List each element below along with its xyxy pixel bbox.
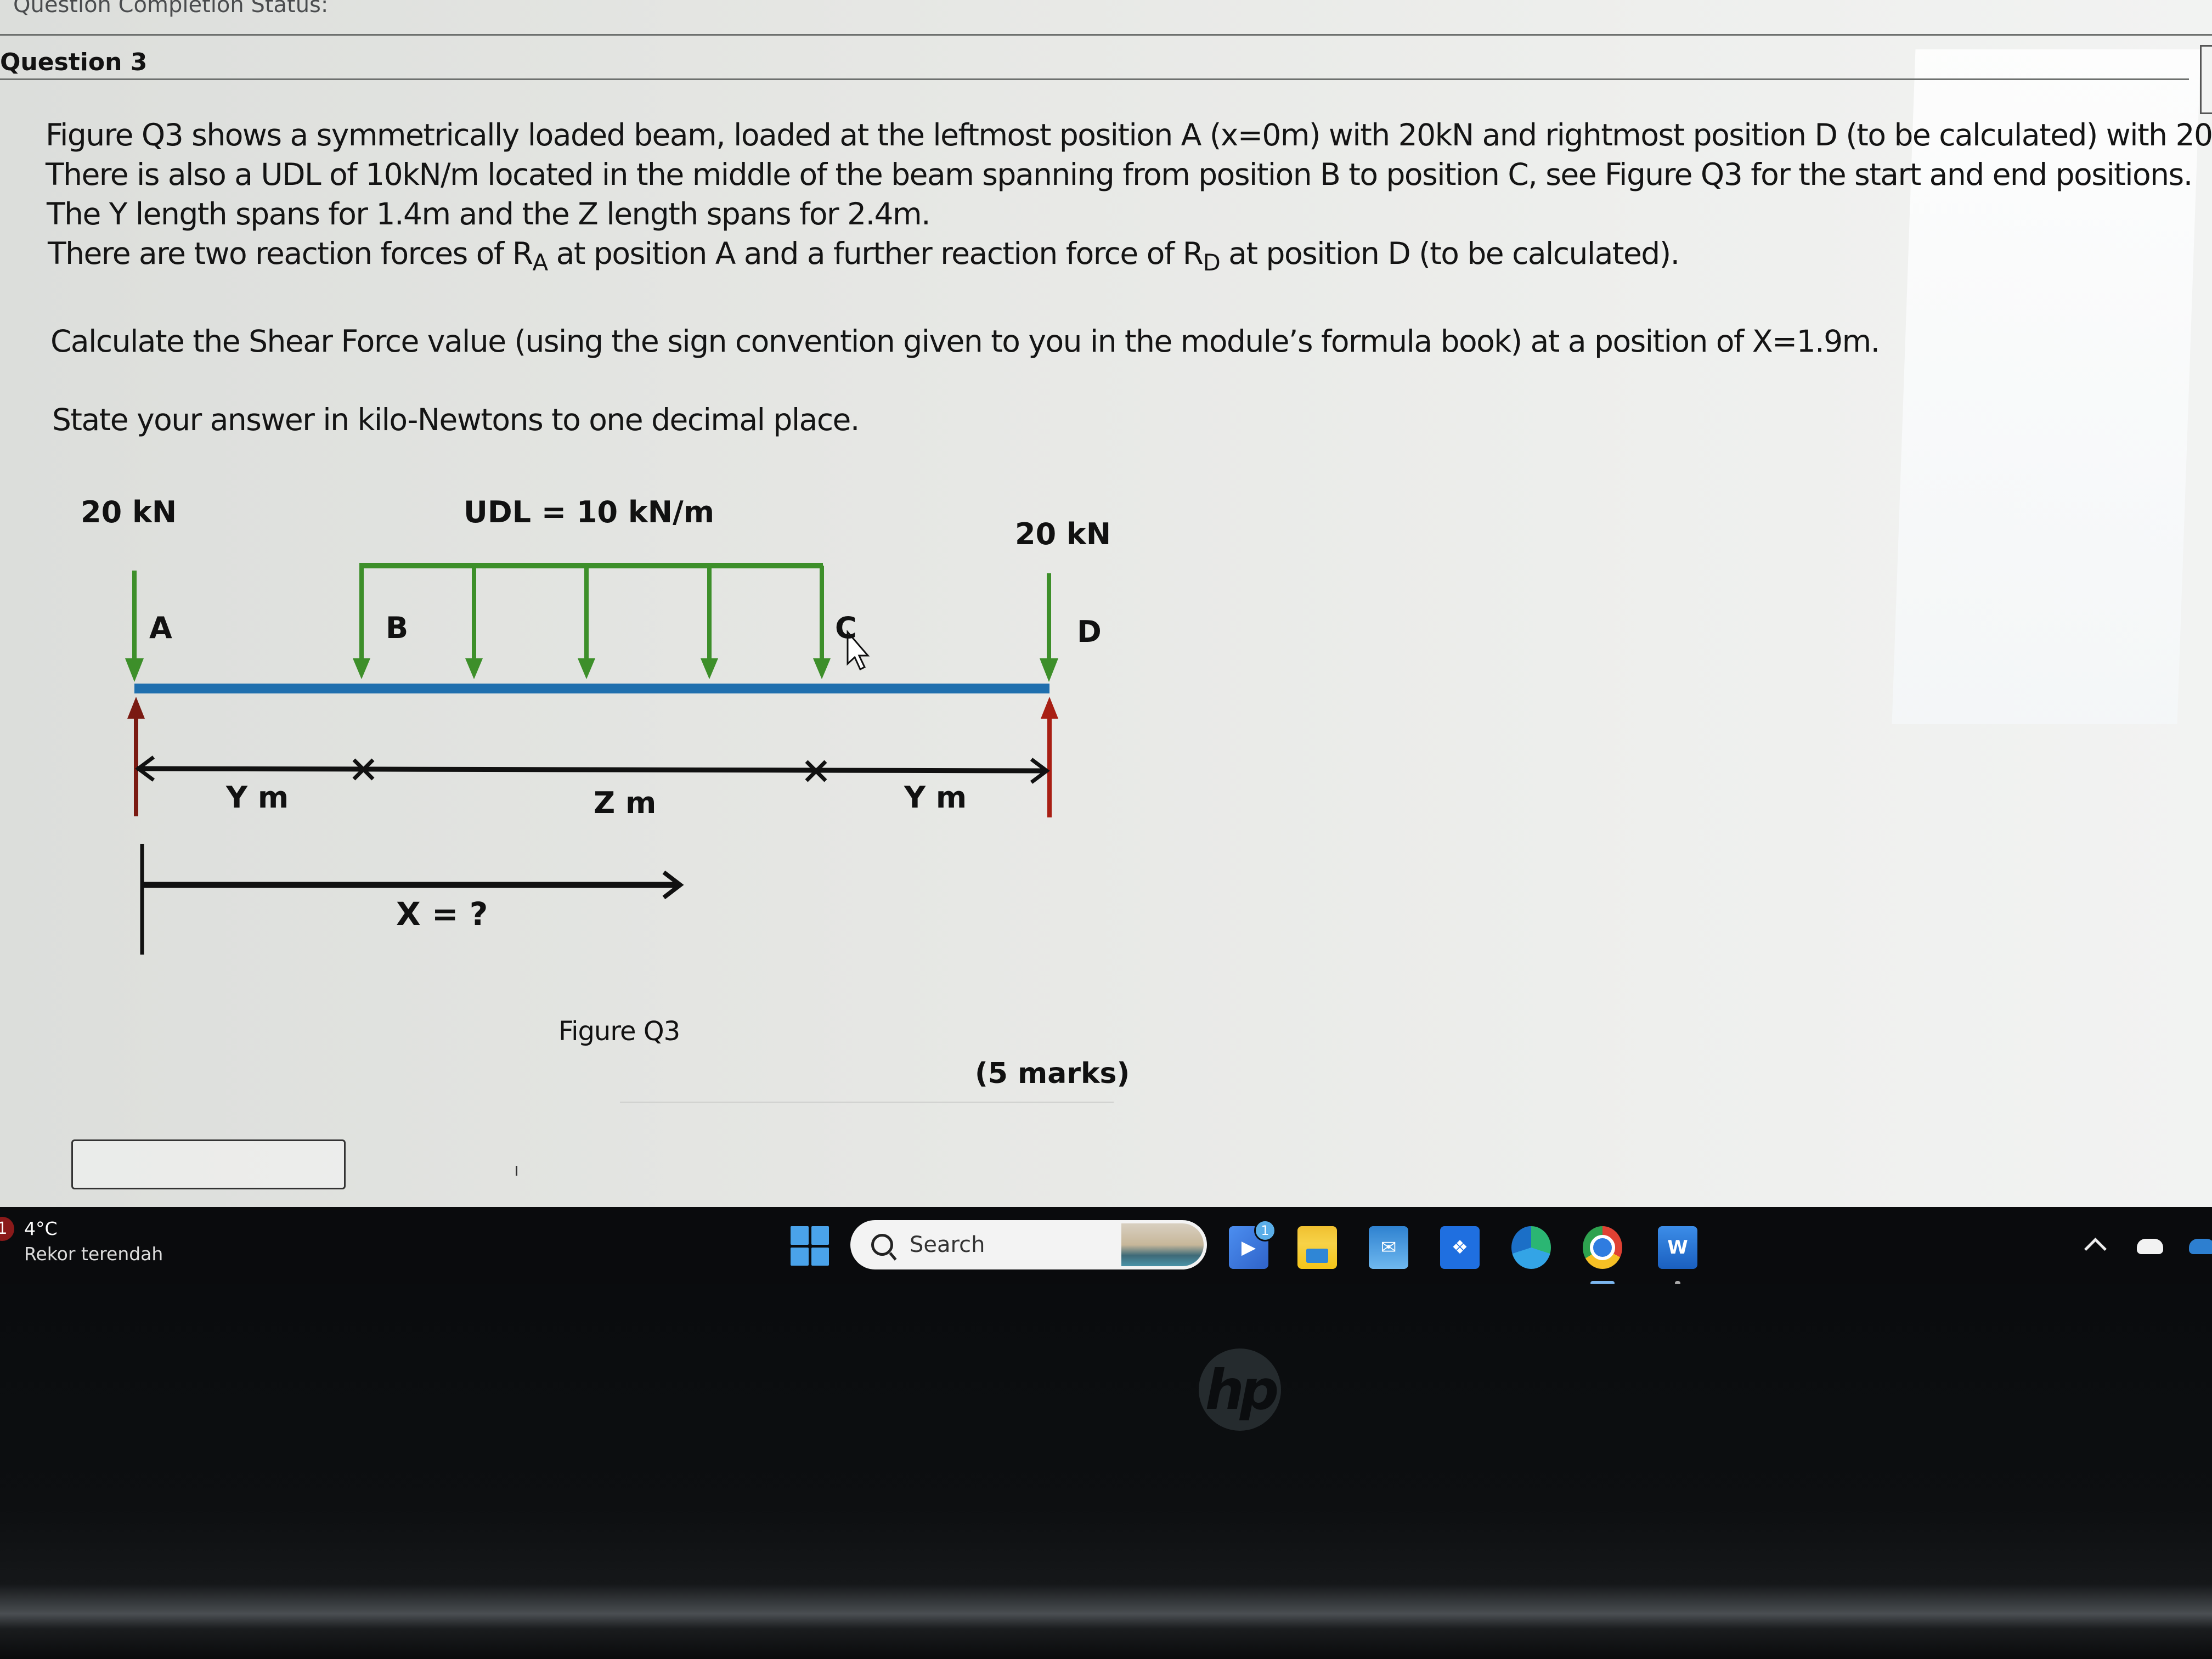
beam bbox=[134, 684, 1049, 693]
start-button[interactable] bbox=[791, 1226, 829, 1266]
taskbar-app-teams[interactable]: ▶ 1 bbox=[1229, 1220, 1276, 1269]
chrome-icon bbox=[1583, 1226, 1622, 1269]
windows-logo-icon bbox=[811, 1247, 829, 1266]
search-highlight-image bbox=[1121, 1223, 1204, 1266]
notification-badge: 1 bbox=[1254, 1220, 1276, 1242]
text-cursor bbox=[516, 1166, 517, 1176]
dimension-label-middle: Z m bbox=[594, 786, 657, 820]
dimension-line bbox=[135, 755, 1050, 784]
word-icon: W bbox=[1667, 1237, 1688, 1259]
search-placeholder: Search bbox=[910, 1232, 985, 1257]
weather-description[interactable]: Rekor terendah bbox=[24, 1243, 163, 1265]
taskbar-app-dropbox[interactable]: ❖ bbox=[1440, 1226, 1480, 1269]
x-position-label: X = ? bbox=[396, 895, 488, 933]
taskbar-app-file-explorer[interactable] bbox=[1297, 1226, 1337, 1269]
point-label-a: A bbox=[149, 611, 172, 645]
point-load-left-arrow bbox=[125, 571, 144, 682]
taskbar-app-edge[interactable] bbox=[1511, 1226, 1551, 1269]
figure-caption: Figure Q3 bbox=[558, 1016, 680, 1047]
point-label-d: D bbox=[1077, 614, 1102, 649]
dimension-label-right: Y m bbox=[904, 780, 967, 815]
onedrive-cloud-icon[interactable] bbox=[2137, 1239, 2163, 1254]
udl-arrow bbox=[578, 566, 595, 679]
marks-label: (5 marks) bbox=[975, 1057, 1130, 1090]
windows-logo-icon bbox=[811, 1226, 829, 1245]
load-label-right: 20 kN bbox=[1015, 517, 1111, 551]
point-label-c: C bbox=[835, 611, 857, 645]
dimension-label-left: Y m bbox=[226, 780, 289, 815]
divider bbox=[620, 1102, 1114, 1103]
udl-arrow bbox=[353, 566, 370, 679]
reaction-arrow-d bbox=[1041, 697, 1058, 817]
taskbar-app-word[interactable]: W bbox=[1658, 1226, 1697, 1285]
weather-temperature[interactable]: 4°C bbox=[24, 1218, 58, 1239]
point-load-right-arrow bbox=[1040, 573, 1058, 682]
edge-icon bbox=[1511, 1226, 1551, 1269]
taskbar-app-mail[interactable]: ✉ bbox=[1369, 1226, 1408, 1269]
laptop-bezel bbox=[0, 1284, 2212, 1659]
folder-icon bbox=[1297, 1226, 1337, 1269]
udl-arrow bbox=[813, 566, 831, 679]
onedrive-business-icon[interactable] bbox=[2189, 1239, 2212, 1254]
reaction-arrow-a bbox=[127, 697, 145, 816]
load-label-left: 20 kN bbox=[81, 495, 177, 529]
browser-screen: Question Completion Status: Question 3 F… bbox=[0, 0, 2212, 1207]
udl-arrow bbox=[701, 566, 718, 679]
taskbar-app-chrome[interactable] bbox=[1583, 1226, 1622, 1285]
udl-label: UDL = 10 kN/m bbox=[464, 495, 714, 529]
windows-logo-icon bbox=[791, 1226, 809, 1245]
search-icon bbox=[871, 1234, 893, 1256]
point-label-b: B bbox=[386, 611, 409, 645]
answer-input[interactable] bbox=[71, 1139, 346, 1189]
taskbar-search[interactable]: Search bbox=[850, 1220, 1207, 1269]
windows-logo-icon bbox=[791, 1247, 809, 1266]
udl-arrow bbox=[465, 566, 483, 679]
beam-diagram bbox=[125, 563, 1058, 955]
dropbox-icon: ❖ bbox=[1451, 1237, 1469, 1259]
mail-envelope-icon: ✉ bbox=[1380, 1237, 1397, 1259]
udl-load bbox=[353, 563, 831, 679]
hp-logo: hp bbox=[1199, 1348, 1281, 1431]
